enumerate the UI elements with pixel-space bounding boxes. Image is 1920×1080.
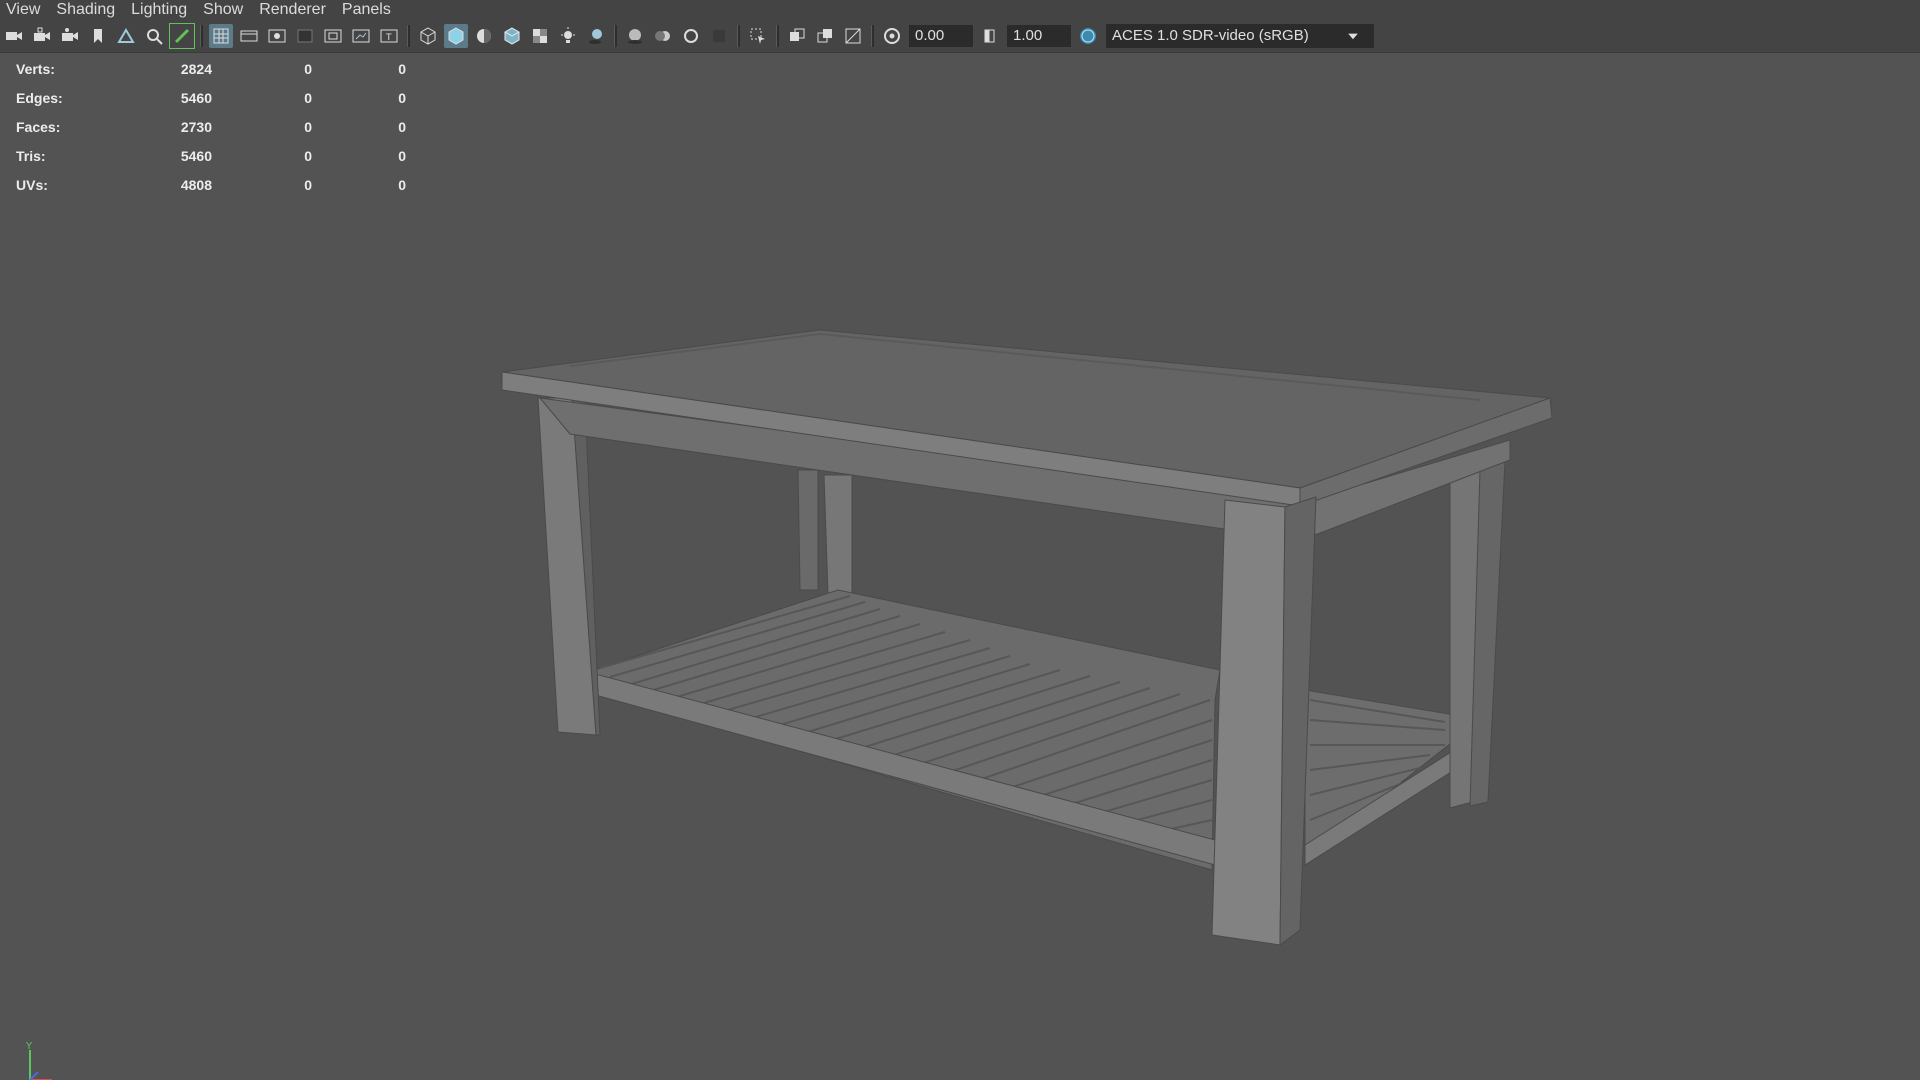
menu-shading[interactable]: Shading — [50, 0, 125, 20]
toolbar-separator — [776, 25, 779, 47]
anti-aliasing-icon[interactable] — [679, 24, 703, 48]
table-leg-front-right[interactable] — [1211, 499, 1286, 946]
toolbar-separator — [407, 25, 410, 47]
table-model[interactable] — [0, 53, 1920, 1080]
wireframe-on-shaded-icon[interactable] — [500, 24, 524, 48]
panel-menubar: View Shading Lighting Show Renderer Pane… — [0, 0, 1920, 20]
safe-action-icon[interactable] — [349, 24, 373, 48]
grease-pencil-icon[interactable] — [169, 23, 195, 49]
toolbar-separator — [200, 25, 203, 47]
gamma-field[interactable] — [1007, 25, 1071, 47]
camera-attributes-icon[interactable] — [58, 24, 82, 48]
menu-view[interactable]: View — [0, 0, 50, 20]
film-gate-icon[interactable] — [237, 24, 261, 48]
motion-blur-icon[interactable] — [651, 24, 675, 48]
view-axis-indicator: Y — [25, 1041, 52, 1080]
xray-joints-icon[interactable] — [841, 24, 865, 48]
safe-title-icon[interactable]: T — [377, 24, 401, 48]
chevron-down-icon[interactable] — [1338, 24, 1368, 48]
exposure-icon[interactable] — [880, 24, 904, 48]
bookmark-icon[interactable] — [86, 24, 110, 48]
image-plane-icon[interactable] — [114, 24, 138, 48]
xray-icon[interactable] — [785, 24, 809, 48]
viewport-toolbar: T ACES 1.0 SDR-video (sRGB) — [0, 20, 1920, 53]
svg-text:T: T — [385, 33, 392, 43]
resolution-gate-icon[interactable] — [265, 24, 289, 48]
ambient-occlusion-icon[interactable] — [623, 24, 647, 48]
depth-of-field-icon[interactable] — [707, 24, 731, 48]
menu-lighting[interactable]: Lighting — [125, 0, 197, 20]
menu-show[interactable]: Show — [197, 0, 253, 20]
isolate-select-icon[interactable] — [746, 24, 770, 48]
default-material-icon[interactable] — [472, 24, 496, 48]
toolbar-separator — [737, 25, 740, 47]
gamma-icon[interactable] — [978, 24, 1002, 48]
smooth-shade-icon[interactable] — [444, 24, 468, 48]
gate-mask-icon[interactable] — [293, 24, 317, 48]
camera-lock-icon[interactable] — [30, 24, 54, 48]
shadows-icon[interactable] — [584, 24, 608, 48]
wireframe-icon[interactable] — [416, 24, 440, 48]
table-leg-back-left[interactable] — [797, 469, 819, 591]
menu-renderer[interactable]: Renderer — [253, 0, 336, 20]
toolbar-separator — [614, 25, 617, 47]
toolbar-separator — [871, 25, 874, 47]
menu-panels[interactable]: Panels — [336, 0, 401, 20]
camera-select-icon[interactable] — [2, 24, 26, 48]
view-transform-dropdown[interactable]: ACES 1.0 SDR-video (sRGB) — [1106, 24, 1374, 48]
view-transform-value: ACES 1.0 SDR-video (sRGB) — [1112, 27, 1309, 44]
2d-pan-zoom-icon[interactable] — [142, 24, 166, 48]
textured-icon[interactable] — [528, 24, 552, 48]
lights-icon[interactable] — [556, 24, 580, 48]
table-leg-back-inner[interactable] — [823, 474, 853, 596]
exposure-field[interactable] — [909, 25, 973, 47]
xray-active-components-icon[interactable] — [813, 24, 837, 48]
color-management-toggle[interactable] — [1076, 24, 1100, 48]
field-chart-icon[interactable] — [321, 24, 345, 48]
y-axis-label: Y — [25, 1041, 33, 1052]
grid-icon[interactable] — [209, 24, 233, 48]
